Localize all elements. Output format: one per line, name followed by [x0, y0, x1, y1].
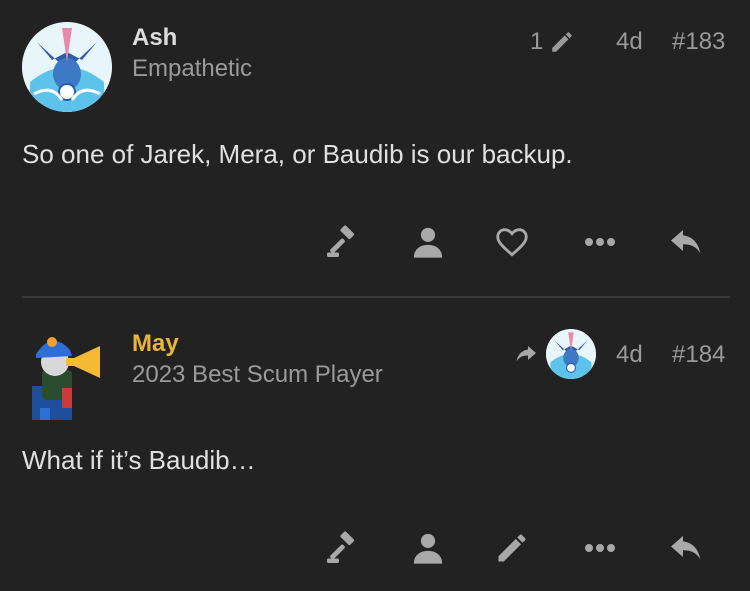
avatar[interactable] [22, 328, 112, 420]
reply-icon[interactable] [666, 528, 706, 568]
post-184: May 2023 Best Scum Player 4d #184 What i… [0, 300, 750, 591]
username[interactable]: Ash [132, 24, 177, 52]
post-183: Ash Empathetic 1 4d #183 So one of Jarek… [0, 0, 750, 296]
heart-icon[interactable] [492, 222, 532, 262]
avatar-image [22, 22, 112, 112]
post-body: So one of Jarek, Mera, or Baudib is our … [22, 139, 573, 169]
user-title: 2023 Best Scum Player [132, 361, 383, 388]
post-body: What if it’s Baudib… [22, 445, 256, 475]
pencil-icon[interactable] [492, 528, 532, 568]
post-age[interactable]: 4d [616, 341, 643, 369]
post-age[interactable]: 4d [616, 28, 643, 56]
reply-to-icon[interactable] [510, 338, 542, 370]
gavel-icon[interactable] [322, 528, 362, 568]
reply-to-avatar-image [546, 329, 596, 379]
reply-to-avatar[interactable] [546, 329, 596, 379]
gavel-icon[interactable] [322, 222, 362, 262]
post-number[interactable]: #183 [672, 28, 725, 56]
post-divider [22, 296, 730, 298]
edit-count[interactable]: 1 [530, 28, 575, 56]
username[interactable]: May [132, 330, 179, 358]
more-icon[interactable] [580, 222, 620, 262]
user-icon[interactable] [408, 222, 448, 262]
reply-icon[interactable] [666, 222, 706, 262]
avatar[interactable] [22, 22, 112, 112]
more-icon[interactable] [580, 528, 620, 568]
post-number[interactable]: #184 [672, 341, 725, 369]
pencil-icon [549, 29, 575, 55]
user-title: Empathetic [132, 55, 253, 82]
user-icon[interactable] [408, 528, 448, 568]
avatar-image [22, 328, 112, 420]
edit-count-value: 1 [530, 28, 544, 55]
